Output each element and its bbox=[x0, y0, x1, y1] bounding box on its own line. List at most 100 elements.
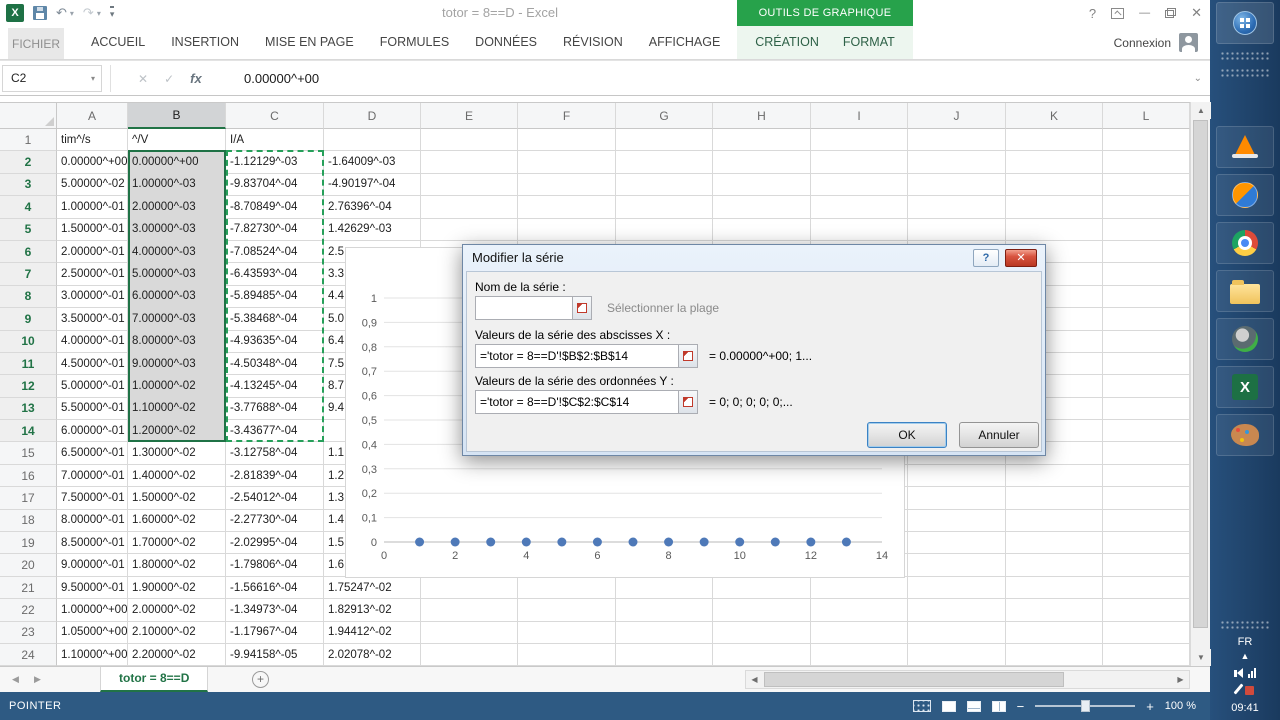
column-header-J[interactable]: J bbox=[908, 103, 1006, 129]
display-settings-icon[interactable] bbox=[912, 700, 931, 712]
cell-I1[interactable] bbox=[811, 129, 908, 152]
cell-L23[interactable] bbox=[1103, 621, 1190, 644]
cell-L12[interactable] bbox=[1103, 375, 1190, 398]
cell-J3[interactable] bbox=[908, 173, 1006, 197]
formula-bar-expand-icon[interactable]: ⌄ bbox=[1194, 65, 1202, 92]
cell-F24[interactable] bbox=[518, 643, 616, 667]
cell-C21[interactable]: -1.56616^-04 bbox=[226, 576, 324, 600]
column-header-K[interactable]: K bbox=[1006, 103, 1103, 129]
cell-A19[interactable]: 8.50000^-01 bbox=[57, 532, 128, 555]
cell-E2[interactable] bbox=[421, 151, 518, 174]
cell-E3[interactable] bbox=[421, 173, 518, 197]
cell-L16[interactable] bbox=[1103, 464, 1190, 488]
horizontal-scroll-thumb[interactable] bbox=[764, 672, 1064, 687]
cell-B12[interactable]: 1.00000^-02 bbox=[128, 375, 226, 398]
cell-C5[interactable]: -7.82730^-04 bbox=[226, 218, 324, 241]
cell-J1[interactable] bbox=[908, 129, 1006, 152]
cell-J22[interactable] bbox=[908, 599, 1006, 622]
clock[interactable]: 09:41 bbox=[1231, 702, 1259, 714]
cell-E22[interactable] bbox=[421, 599, 518, 622]
enter-formula-icon[interactable]: ✓ bbox=[164, 72, 174, 86]
ribbon-display-options-icon[interactable] bbox=[1111, 7, 1125, 19]
start-button[interactable] bbox=[1216, 2, 1274, 44]
y-values-input[interactable] bbox=[475, 390, 679, 414]
cell-J19[interactable] bbox=[908, 532, 1006, 555]
cell-H22[interactable] bbox=[713, 599, 811, 622]
cell-B4[interactable]: 2.00000^-03 bbox=[128, 196, 226, 219]
chrome-button[interactable] bbox=[1216, 222, 1274, 264]
cell-B17[interactable]: 1.50000^-02 bbox=[128, 487, 226, 510]
cell-K20[interactable] bbox=[1006, 554, 1103, 577]
cell-B5[interactable]: 3.00000^-03 bbox=[128, 218, 226, 241]
cell-C6[interactable]: -7.08524^-04 bbox=[226, 240, 324, 264]
cell-L22[interactable] bbox=[1103, 599, 1190, 622]
cell-J16[interactable] bbox=[908, 464, 1006, 488]
cell-C11[interactable]: -4.50348^-04 bbox=[226, 352, 324, 376]
cell-J4[interactable] bbox=[908, 196, 1006, 219]
cell-B19[interactable]: 1.70000^-02 bbox=[128, 532, 226, 555]
scroll-up-icon[interactable]: ▲ bbox=[1191, 102, 1211, 119]
series-name-input[interactable] bbox=[475, 296, 573, 320]
ribbon-tab-insertion[interactable]: INSERTION bbox=[158, 26, 252, 59]
cell-A1[interactable]: tim^/s bbox=[57, 129, 128, 152]
cell-J17[interactable] bbox=[908, 487, 1006, 510]
cell-K24[interactable] bbox=[1006, 643, 1103, 667]
cell-F1[interactable] bbox=[518, 129, 616, 152]
cell-A7[interactable]: 2.50000^-01 bbox=[57, 263, 128, 286]
cell-B18[interactable]: 1.60000^-02 bbox=[128, 509, 226, 533]
cell-A4[interactable]: 1.00000^-01 bbox=[57, 196, 128, 219]
row-header-1[interactable]: 1 bbox=[0, 129, 57, 152]
ribbon-tab-création[interactable]: CRÉATION bbox=[743, 26, 831, 59]
sheet-tab-active[interactable]: totor = 8==D bbox=[100, 667, 209, 692]
cell-D3[interactable]: -4.90197^-04 bbox=[324, 173, 421, 197]
cancel-button[interactable]: Annuler bbox=[959, 422, 1039, 448]
cell-A2[interactable]: 0.00000^+00 bbox=[57, 151, 128, 174]
pen-tray-icon[interactable] bbox=[1232, 683, 1244, 695]
cell-L2[interactable] bbox=[1103, 151, 1190, 174]
insert-function-icon[interactable]: fx bbox=[190, 71, 202, 86]
ok-button[interactable]: OK bbox=[867, 422, 947, 448]
ribbon-tab-format[interactable]: FORMAT bbox=[831, 26, 907, 59]
cell-L5[interactable] bbox=[1103, 218, 1190, 241]
cell-F21[interactable] bbox=[518, 576, 616, 600]
column-header-E[interactable]: E bbox=[421, 103, 518, 129]
cell-C13[interactable]: -3.77688^-04 bbox=[226, 397, 324, 421]
cell-A12[interactable]: 5.00000^-01 bbox=[57, 375, 128, 398]
column-header-D[interactable]: D bbox=[324, 103, 421, 129]
cell-A16[interactable]: 7.00000^-01 bbox=[57, 464, 128, 488]
cell-L21[interactable] bbox=[1103, 576, 1190, 600]
ribbon-tab-accueil[interactable]: ACCUEIL bbox=[78, 26, 158, 59]
dialog-close-button[interactable]: ✕ bbox=[1005, 249, 1037, 267]
dialog-title-bar[interactable]: Modifier la série bbox=[463, 245, 1045, 271]
row-header-12[interactable]: 12 bbox=[0, 375, 57, 398]
cell-K22[interactable] bbox=[1006, 599, 1103, 622]
cell-D22[interactable]: 1.82913^-02 bbox=[324, 599, 421, 622]
page-break-view-icon[interactable] bbox=[991, 700, 1006, 712]
ribbon-tab-révision[interactable]: RÉVISION bbox=[550, 26, 636, 59]
name-box[interactable]: C2 ▾ bbox=[2, 65, 102, 92]
cell-L18[interactable] bbox=[1103, 509, 1190, 533]
y-values-range-picker-button[interactable] bbox=[678, 390, 698, 414]
zoom-level[interactable]: 100 % bbox=[1165, 700, 1196, 712]
cell-H4[interactable] bbox=[713, 196, 811, 219]
cell-I22[interactable] bbox=[811, 599, 908, 622]
row-header-3[interactable]: 3 bbox=[0, 173, 57, 197]
cell-D5[interactable]: 1.42629^-03 bbox=[324, 218, 421, 241]
cell-K21[interactable] bbox=[1006, 576, 1103, 600]
cell-L13[interactable] bbox=[1103, 397, 1190, 421]
row-header-11[interactable]: 11 bbox=[0, 352, 57, 376]
cell-G5[interactable] bbox=[616, 218, 713, 241]
sheet-nav-right-icon[interactable]: ▶ bbox=[34, 667, 41, 692]
row-header-6[interactable]: 6 bbox=[0, 240, 57, 264]
column-header-I[interactable]: I bbox=[811, 103, 908, 129]
cell-J23[interactable] bbox=[908, 621, 1006, 644]
undo-dropdown-icon[interactable]: ▾ bbox=[70, 9, 74, 18]
row-header-10[interactable]: 10 bbox=[0, 330, 57, 353]
cell-I2[interactable] bbox=[811, 151, 908, 174]
row-header-17[interactable]: 17 bbox=[0, 487, 57, 510]
cell-C19[interactable]: -2.02995^-04 bbox=[226, 532, 324, 555]
cell-A17[interactable]: 7.50000^-01 bbox=[57, 487, 128, 510]
cell-B10[interactable]: 8.00000^-03 bbox=[128, 330, 226, 353]
cell-B20[interactable]: 1.80000^-02 bbox=[128, 554, 226, 577]
cell-D23[interactable]: 1.94412^-02 bbox=[324, 621, 421, 644]
